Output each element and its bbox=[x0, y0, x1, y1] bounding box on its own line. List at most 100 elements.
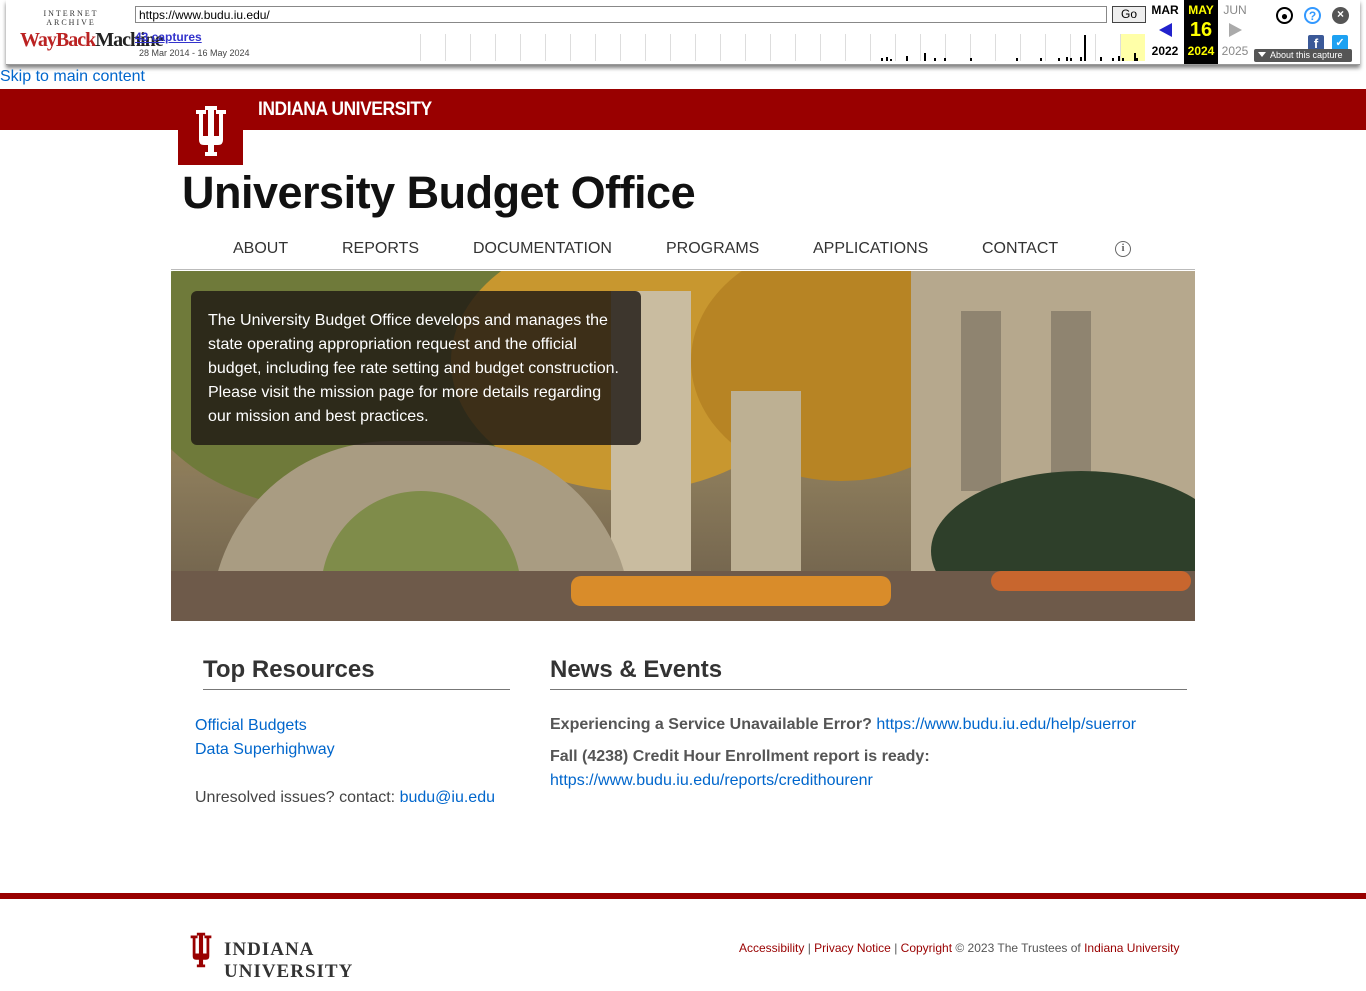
wayback-captures-link[interactable]: 43 captures bbox=[135, 30, 202, 44]
sparkline-capture-bar bbox=[906, 56, 908, 61]
sparkline-capture-bar bbox=[1118, 56, 1120, 61]
footer-separator: | bbox=[894, 941, 898, 955]
sparkline-year-column bbox=[1045, 34, 1046, 61]
footer-iu-logo[interactable]: INDIANA UNIVERSITY bbox=[185, 930, 445, 982]
news-item-title: Experiencing a Service Unavailable Error… bbox=[550, 716, 872, 733]
sparkline-year-column bbox=[1095, 34, 1096, 61]
news-item-link[interactable]: https://www.budu.iu.edu/reports/creditho… bbox=[550, 772, 873, 789]
sparkline-year-column bbox=[895, 34, 896, 61]
iu-name[interactable]: INDIANA UNIVERSITY bbox=[258, 99, 432, 121]
sparkline-year-column bbox=[470, 34, 471, 61]
sparkline-year-column bbox=[945, 34, 946, 61]
sparkline-year-column bbox=[595, 34, 596, 61]
sparkline-capture-bar bbox=[924, 53, 926, 61]
iu-trident-logo[interactable] bbox=[178, 94, 243, 165]
user-icon[interactable]: ● bbox=[1276, 7, 1293, 24]
wayback-go-button[interactable]: Go bbox=[1112, 6, 1146, 23]
copyright-text: © 2023 The Trustees of bbox=[955, 941, 1081, 955]
wayback-calendar-nav: MAR 2022 MAY 16 2024 JUN 2025 bbox=[1146, 0, 1266, 64]
help-icon[interactable]: ? bbox=[1304, 7, 1321, 24]
sparkline-year-column bbox=[720, 34, 721, 61]
sparkline-capture-bar bbox=[1016, 58, 1018, 61]
wayback-url-input[interactable]: https://www.budu.iu.edu/ bbox=[135, 6, 1107, 23]
wayback-date-range: 28 Mar 2014 - 16 May 2024 bbox=[139, 48, 250, 58]
sparkline-year-column bbox=[645, 34, 646, 61]
unresolved-issues-text: Unresolved issues? contact: budu@iu.edu bbox=[195, 789, 495, 807]
news-item-link[interactable]: https://www.budu.iu.edu/help/suerror bbox=[876, 716, 1136, 733]
sparkline-year-column bbox=[770, 34, 771, 61]
nav-divider bbox=[171, 269, 1195, 270]
hero-image: The University Budget Office develops an… bbox=[171, 271, 1195, 621]
top-resources-heading: Top Resources bbox=[203, 656, 375, 683]
wayback-prev-capture[interactable]: MAR 2022 bbox=[1148, 0, 1182, 64]
cur-day: 16 bbox=[1189, 19, 1213, 41]
sparkline-year-column bbox=[970, 34, 971, 61]
copyright-link[interactable]: Copyright bbox=[901, 941, 952, 955]
sparkline-year-column bbox=[520, 34, 521, 61]
official-budgets-link[interactable]: Official Budgets bbox=[195, 717, 307, 735]
sparkline-capture-bar bbox=[1100, 57, 1102, 61]
sparkline-capture-bar bbox=[881, 58, 883, 61]
info-icon[interactable]: i bbox=[1115, 241, 1131, 257]
sparkline-capture-bar bbox=[970, 58, 972, 61]
nav-programs[interactable]: PROGRAMS bbox=[666, 240, 759, 258]
sparkline-year-column bbox=[670, 34, 671, 61]
wayback-about-capture-button[interactable]: About this capture bbox=[1254, 49, 1352, 62]
sparkline-year-column bbox=[1020, 34, 1021, 61]
hero-flowerbed bbox=[571, 576, 891, 606]
skip-to-main-link[interactable]: Skip to main content bbox=[0, 68, 145, 86]
sparkline-capture-bar bbox=[1112, 58, 1114, 61]
sparkline-year-column bbox=[495, 34, 496, 61]
prev-year[interactable]: 2022 bbox=[1148, 44, 1182, 58]
sparkline-capture-bar bbox=[1080, 57, 1082, 61]
hero-mission-text: The University Budget Office develops an… bbox=[191, 291, 641, 445]
news-events-rule bbox=[550, 689, 1187, 690]
wayback-logo-main: WayBackMachine bbox=[20, 29, 164, 52]
next-year: 2025 bbox=[1221, 44, 1249, 58]
footer-links: Accessibility | Privacy Notice | Copyrig… bbox=[739, 941, 1179, 955]
about-capture-label: About this capture bbox=[1270, 50, 1343, 60]
nav-applications[interactable]: APPLICATIONS bbox=[813, 240, 928, 258]
sparkline-capture-bar bbox=[944, 58, 946, 61]
sparkline-capture-bar bbox=[1136, 58, 1138, 61]
prev-arrow-icon[interactable] bbox=[1158, 23, 1172, 37]
news-item: Experiencing a Service Unavailable Error… bbox=[550, 713, 1136, 737]
nav-contact[interactable]: CONTACT bbox=[982, 240, 1058, 258]
news-item: Fall (4238) Credit Hour Enrollment repor… bbox=[550, 745, 930, 793]
main-nav: ABOUT REPORTS DOCUMENTATION PROGRAMS APP… bbox=[204, 240, 1164, 260]
nav-reports[interactable]: REPORTS bbox=[342, 240, 419, 258]
wayback-logo[interactable]: INTERNET ARCHIVE WayBackMachine bbox=[20, 9, 164, 52]
prev-month: MAR bbox=[1151, 3, 1179, 17]
sparkline-capture-bar bbox=[886, 57, 888, 61]
footer-separator: | bbox=[807, 941, 811, 955]
nav-about[interactable]: ABOUT bbox=[233, 240, 288, 258]
sparkline-capture-bar bbox=[1070, 58, 1072, 61]
sparkline-year-column bbox=[420, 34, 421, 61]
nav-documentation[interactable]: DOCUMENTATION bbox=[473, 240, 612, 258]
contact-email-link[interactable]: budu@iu.edu bbox=[400, 789, 495, 806]
wayback-current-capture: MAY 16 2024 bbox=[1184, 0, 1218, 64]
indiana-university-link[interactable]: Indiana University bbox=[1084, 941, 1179, 955]
top-resources-rule bbox=[203, 689, 510, 690]
wayback-logo-word1: WayBack bbox=[20, 29, 96, 51]
hero-building-window bbox=[1051, 311, 1091, 491]
wayback-sparkline[interactable] bbox=[420, 34, 1145, 61]
privacy-notice-link[interactable]: Privacy Notice bbox=[814, 941, 891, 955]
sparkline-capture-bar bbox=[934, 58, 936, 61]
unresolved-prefix: Unresolved issues? contact: bbox=[195, 789, 396, 806]
sparkline-year-column bbox=[745, 34, 746, 61]
sparkline-year-column bbox=[570, 34, 571, 61]
cur-year: 2024 bbox=[1187, 44, 1215, 58]
sparkline-year-column bbox=[545, 34, 546, 61]
accessibility-link[interactable]: Accessibility bbox=[739, 941, 804, 955]
wayback-next-capture: JUN 2025 bbox=[1218, 0, 1252, 64]
trident-icon bbox=[190, 932, 212, 968]
sparkline-capture-bar bbox=[1058, 58, 1060, 61]
sparkline-capture-bar bbox=[1066, 57, 1068, 61]
page-title[interactable]: University Budget Office bbox=[182, 167, 696, 219]
sparkline-capture-bar bbox=[890, 59, 892, 61]
news-item-title: Fall (4238) Credit Hour Enrollment repor… bbox=[550, 748, 930, 765]
close-icon[interactable]: × bbox=[1332, 7, 1349, 24]
data-superhighway-link[interactable]: Data Superhighway bbox=[195, 741, 335, 759]
sparkline-capture-bar bbox=[1040, 58, 1042, 61]
